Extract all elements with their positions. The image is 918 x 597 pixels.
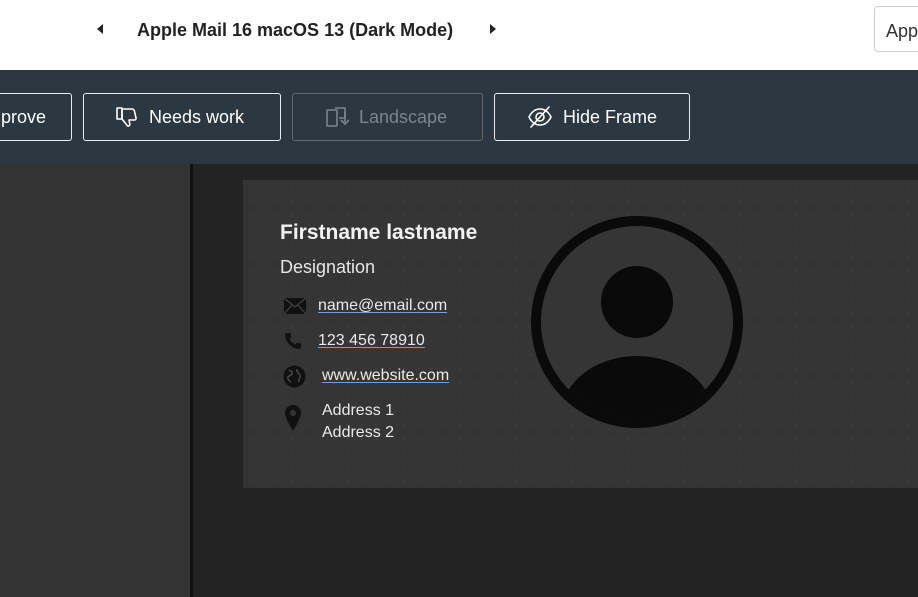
signature-name: Firstname lastname bbox=[280, 221, 478, 244]
map-pin-icon bbox=[285, 405, 301, 431]
client-select[interactable]: App bbox=[874, 6, 918, 52]
prev-client-button[interactable] bbox=[93, 22, 107, 36]
approve-button-label: prove bbox=[1, 106, 47, 127]
hide-frame-button[interactable]: Hide Frame bbox=[494, 93, 690, 141]
client-title: Apple Mail 16 macOS 13 (Dark Mode) bbox=[137, 20, 454, 40]
eye-off-icon bbox=[527, 105, 553, 129]
rotate-screen-icon bbox=[325, 105, 349, 129]
user-avatar-icon bbox=[531, 216, 743, 428]
caret-left-icon bbox=[97, 24, 103, 34]
globe-icon bbox=[283, 365, 306, 388]
signature-phone-link[interactable]: 123 456 78910 bbox=[318, 332, 425, 350]
needs-work-button-label: Needs work bbox=[149, 106, 245, 127]
envelope-icon bbox=[284, 298, 306, 314]
caret-right-icon bbox=[490, 24, 496, 34]
review-toolbar: prove Needs work Landscape Hide Frame bbox=[0, 70, 918, 164]
left-panel bbox=[0, 164, 190, 597]
phone-icon bbox=[285, 333, 301, 349]
needs-work-button[interactable]: Needs work bbox=[83, 93, 281, 141]
top-header: Apple Mail 16 macOS 13 (Dark Mode) App bbox=[0, 0, 918, 70]
thumbs-down-icon bbox=[115, 105, 139, 129]
signature-address-line-2: Address 2 bbox=[322, 424, 395, 441]
signature-email-link[interactable]: name@email.com bbox=[318, 297, 447, 315]
signature-address-line-1: Address 1 bbox=[322, 402, 395, 419]
landscape-button[interactable]: Landscape bbox=[292, 93, 483, 141]
hide-frame-button-label: Hide Frame bbox=[563, 106, 658, 127]
next-client-button[interactable] bbox=[486, 22, 500, 36]
signature-designation: Designation bbox=[280, 257, 376, 277]
approve-button[interactable]: prove bbox=[0, 93, 72, 141]
landscape-button-label: Landscape bbox=[359, 106, 448, 127]
signature-website-link[interactable]: www.website.com bbox=[322, 367, 449, 385]
